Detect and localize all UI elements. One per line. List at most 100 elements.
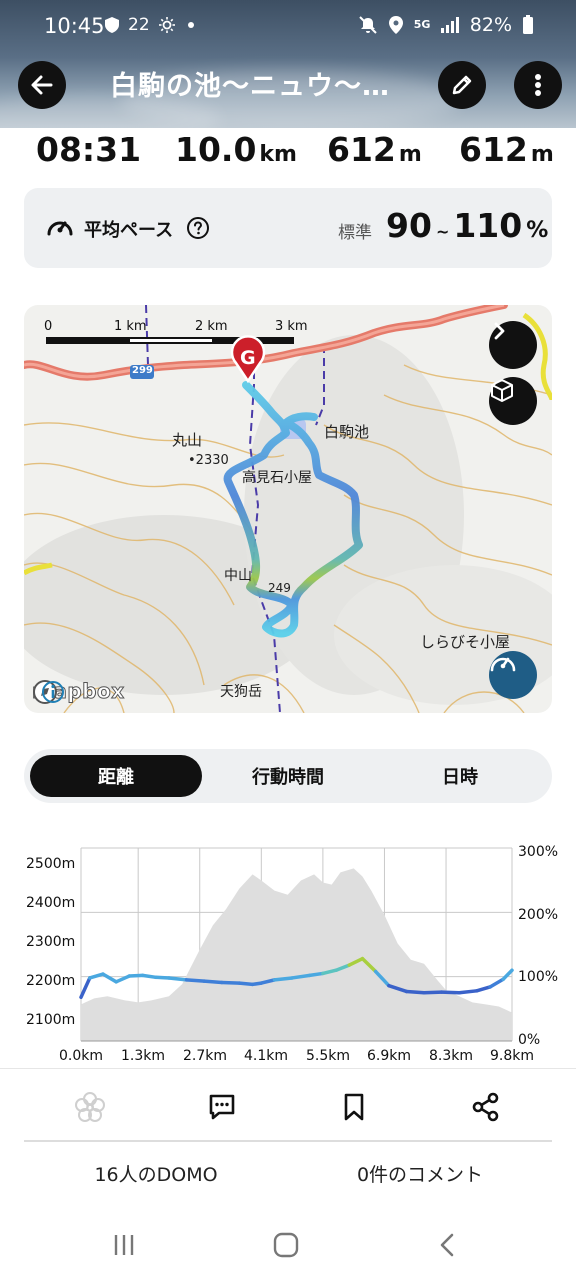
domo-count-link[interactable]: 16人のDOMO	[94, 1160, 217, 1187]
pace-card: 平均ペース 標準 90 ~110%	[24, 188, 552, 268]
location-icon	[388, 16, 403, 34]
back-button[interactable]	[18, 61, 66, 109]
shield-icon	[105, 17, 119, 33]
goal-marker-label: G	[240, 347, 256, 369]
y-left-tick: 2300m	[26, 934, 76, 950]
home-button[interactable]	[266, 1228, 306, 1262]
comment-button[interactable]	[204, 1089, 240, 1125]
edit-button[interactable]	[438, 61, 486, 109]
recents-button[interactable]	[104, 1228, 144, 1262]
status-bar: 10:45 22 5G 82%	[0, 0, 576, 52]
bookmark-icon	[344, 1093, 364, 1121]
more-button[interactable]	[514, 61, 562, 109]
pace-line-segment	[501, 968, 514, 981]
pace-line-segment	[488, 977, 505, 989]
pace-label: 平均ペース	[84, 220, 174, 241]
status-time: 10:45	[44, 14, 105, 38]
app-header: 10:45 22 5G 82% 白駒の池〜ニュウ〜…	[0, 0, 576, 128]
y-right-tick: 0%	[518, 1032, 541, 1048]
pace-line-segment	[202, 979, 224, 985]
speedometer-icon	[47, 221, 73, 236]
scale-label-2: 2 km	[195, 319, 228, 334]
map-3d-button[interactable]	[489, 377, 537, 425]
speedometer-icon	[490, 657, 516, 672]
info-icon[interactable]	[40, 679, 66, 705]
pace-line-segment	[88, 972, 105, 980]
place-label-peak-249: 249	[268, 581, 291, 595]
cube-icon	[491, 379, 513, 402]
pace-layer-button[interactable]	[489, 651, 537, 699]
back-nav-button[interactable]	[428, 1228, 468, 1262]
route-map[interactable]: 0 1 km 2 km 3 km 299 G 白駒池 丸山 •2330 高見石小…	[24, 305, 552, 713]
sun-icon	[158, 17, 175, 33]
y-left-tick: 2500m	[26, 856, 76, 872]
pace-line-segment	[404, 989, 426, 995]
tab-distance[interactable]: 距離	[30, 755, 202, 797]
place-label-takami-ishi: 高見石小屋	[242, 470, 312, 486]
stat-distance: 10.0 km	[175, 130, 297, 169]
chevron-right-icon	[494, 322, 505, 340]
place-label-shirakoma-ike: 白駒池	[324, 423, 370, 441]
action-bar: D	[0, 1068, 576, 1142]
pace-line-segment	[167, 976, 189, 982]
place-label-tengudake: 天狗岳	[220, 684, 262, 700]
chart-plot	[79, 847, 514, 1042]
pace-standard-label: 標準	[338, 223, 372, 243]
battery-icon	[523, 15, 533, 34]
stat-ascent: 612 m	[327, 130, 422, 169]
system-nav-bar	[0, 1210, 576, 1280]
more-vertical-icon	[535, 74, 541, 96]
map-next-button[interactable]	[489, 321, 537, 369]
share-button[interactable]	[468, 1089, 504, 1125]
pace-line-segment	[79, 976, 92, 1000]
y-left-tick: 2200m	[26, 973, 76, 989]
notification-dot-icon	[187, 22, 194, 28]
pace-line-segment	[237, 981, 255, 987]
elevation-area	[81, 868, 512, 1041]
pace-line-segment	[272, 976, 294, 982]
x-tick: 8.3km	[428, 1048, 474, 1064]
comment-icon	[209, 1094, 235, 1120]
y-left-tick: 2100m	[26, 1012, 76, 1028]
elevation-chart[interactable]: 2500m 2400m 2300m 2200m 2100m 300% 200% …	[0, 838, 576, 1068]
help-icon[interactable]	[186, 216, 210, 240]
scale-label-1: 1 km	[114, 319, 147, 334]
domo-flower-icon: D	[75, 1092, 105, 1122]
x-tick: 5.5km	[305, 1048, 351, 1064]
place-label-maruyama: 丸山	[172, 431, 203, 449]
back-chevron-icon	[440, 1233, 454, 1257]
x-tick: 0.0km	[58, 1048, 104, 1064]
place-label-shirabiso: しらびそ小屋	[420, 633, 511, 651]
activity-stats: 08:31 10.0 km 612 m 612 m	[0, 128, 576, 176]
pace-line-segment	[422, 990, 444, 995]
home-icon	[273, 1232, 299, 1258]
svg-text:D: D	[85, 1101, 94, 1114]
x-tick: 4.1km	[243, 1048, 289, 1064]
recents-icon	[114, 1235, 134, 1255]
signal-icon	[440, 17, 459, 33]
bookmark-button[interactable]	[336, 1089, 372, 1125]
pace-line-segment	[457, 989, 479, 995]
x-tick: 9.8km	[489, 1048, 535, 1064]
pace-line-segment	[219, 980, 242, 985]
y-right-tick: 200%	[518, 907, 559, 923]
y-right-tick: 100%	[518, 969, 559, 985]
comment-count-link[interactable]: 0件のコメント	[357, 1160, 483, 1187]
x-tick: 6.9km	[366, 1048, 412, 1064]
tab-moving-time[interactable]: 行動時間	[202, 755, 374, 797]
mapbox-attribution[interactable]: mapbox	[32, 679, 125, 705]
road-number-label: 299	[132, 365, 153, 376]
share-icon	[472, 1092, 499, 1122]
y-left-tick: 2400m	[26, 895, 76, 911]
pencil-icon	[452, 75, 472, 95]
page-title: 白駒の池〜ニュウ〜…	[110, 71, 390, 102]
pace-line-segment	[154, 975, 171, 980]
domo-button[interactable]: D	[72, 1089, 108, 1125]
tab-datetime[interactable]: 日時	[374, 755, 546, 797]
mute-icon	[359, 16, 377, 34]
scale-label-0: 0	[44, 319, 53, 334]
network-type: 5G	[413, 18, 431, 31]
stat-descent: 612 m	[459, 130, 554, 169]
pace-line-segment	[184, 978, 206, 983]
pace-range: 90 ~110%	[386, 206, 549, 245]
